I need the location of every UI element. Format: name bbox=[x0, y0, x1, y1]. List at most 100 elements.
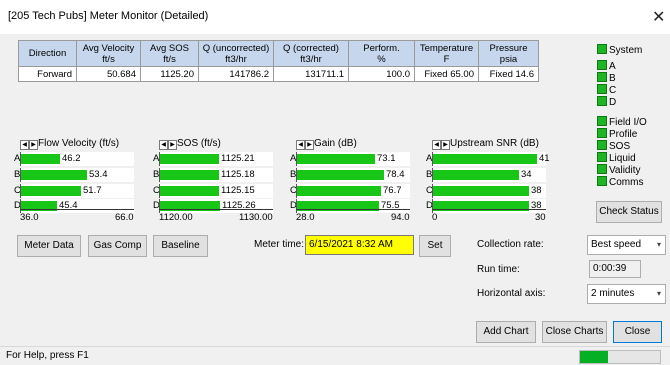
header-line: Pressure bbox=[489, 42, 528, 54]
window-close-icon[interactable]: ✕ bbox=[652, 7, 665, 27]
gauge-bar bbox=[160, 170, 219, 180]
gauge-value: 1125.18 bbox=[221, 169, 255, 180]
header-line: Avg SOS bbox=[150, 42, 189, 54]
gauge-bar bbox=[433, 186, 529, 196]
scroll-left-icon[interactable]: ◀ bbox=[159, 140, 168, 150]
axis-min-label: 28.0 bbox=[296, 212, 315, 223]
status-indicator: System bbox=[597, 44, 642, 56]
header-line: ft3/hr bbox=[225, 53, 247, 65]
status-led-icon bbox=[597, 96, 607, 106]
axis-min-label: 1120.00 bbox=[159, 212, 193, 223]
cell-avg-sos: 1125.20 bbox=[140, 66, 199, 82]
progress-bar bbox=[579, 350, 661, 364]
gauge-panel: ◀ ▶ Gain (dB) A 73.1 B 78.4 C 76.7 D 75.5 28.0 94.0 bbox=[290, 138, 410, 236]
status-indicator: Profile bbox=[597, 128, 637, 140]
gauge-value: 53.4 bbox=[89, 169, 108, 180]
scroll-right-icon[interactable]: ▶ bbox=[305, 140, 314, 150]
status-label: Field I/O bbox=[609, 117, 647, 128]
gauge-axis bbox=[432, 209, 546, 210]
gauge-panel: ◀ ▶ Upstream SNR (dB) A 41 B 34 C 38 D 38 0 30 bbox=[426, 138, 550, 236]
gauge-title: SOS (ft/s) bbox=[177, 138, 221, 149]
cell-pressure: Fixed 14.6 bbox=[478, 66, 539, 82]
gauge-axis bbox=[159, 209, 273, 210]
scroll-right-icon[interactable]: ▶ bbox=[441, 140, 450, 150]
gauge-track: 51.7 bbox=[20, 184, 134, 198]
gauge-row: A 1125.21 bbox=[153, 152, 273, 166]
gauge-value: 34 bbox=[521, 169, 532, 180]
status-led-icon bbox=[597, 176, 607, 186]
status-indicator: Comms bbox=[597, 176, 643, 188]
axis-max-label: 66.0 bbox=[115, 212, 134, 223]
close-button[interactable]: Close bbox=[613, 321, 662, 343]
scroll-left-icon[interactable]: ◀ bbox=[432, 140, 441, 150]
run-time-label: Run time: bbox=[477, 264, 520, 275]
header-line: ft3/hr bbox=[300, 53, 322, 65]
gauge-header: ◀ ▶ Flow Velocity (ft/s) bbox=[20, 138, 119, 150]
status-indicator: Liquid bbox=[597, 152, 636, 164]
header-line: Avg Velocity bbox=[82, 42, 135, 54]
col-pressure: Pressure psia bbox=[478, 40, 539, 67]
gauge-bar bbox=[297, 154, 375, 164]
gauge-track: 1125.15 bbox=[159, 184, 273, 198]
gauge-bar bbox=[21, 170, 87, 180]
horizontal-axis-select[interactable]: 2 minutes ▾ bbox=[587, 284, 666, 304]
main-panel: Direction Avg Velocity ft/s Avg SOS ft/s Q… bbox=[0, 34, 670, 346]
gauge-track: 1125.21 bbox=[159, 152, 273, 166]
baseline-button[interactable]: Baseline bbox=[153, 235, 208, 257]
meter-data-button[interactable]: Meter Data bbox=[17, 235, 81, 257]
check-status-button[interactable]: Check Status bbox=[596, 201, 662, 223]
gas-comp-button[interactable]: Gas Comp bbox=[88, 235, 147, 257]
add-chart-button[interactable]: Add Chart bbox=[476, 321, 536, 343]
meter-time-field[interactable]: 6/15/2021 8:32 AM bbox=[305, 235, 414, 255]
status-label: A bbox=[609, 61, 616, 72]
run-time-field: 0:00:39 bbox=[589, 260, 641, 278]
status-led-icon bbox=[597, 164, 607, 174]
axis-max-label: 94.0 bbox=[391, 212, 410, 223]
scroll-right-icon[interactable]: ▶ bbox=[168, 140, 177, 150]
status-led-icon bbox=[597, 44, 607, 54]
collection-rate-select[interactable]: Best speed ▾ bbox=[587, 235, 666, 255]
gauge-value: 38 bbox=[531, 185, 542, 196]
gauge-header: ◀ ▶ Gain (dB) bbox=[296, 138, 357, 150]
table-header-row: Direction Avg Velocity ft/s Avg SOS ft/s Q… bbox=[18, 40, 539, 67]
gauge-value: 46.2 bbox=[62, 153, 81, 164]
header-cell: Direction bbox=[28, 48, 67, 59]
header-line: % bbox=[377, 53, 386, 65]
cell-perform: 100.0 bbox=[348, 66, 415, 82]
gauge-track: 38 bbox=[432, 199, 546, 213]
help-text: For Help, press F1 bbox=[6, 350, 89, 361]
gauge-row: B 78.4 bbox=[290, 168, 410, 182]
scroll-right-icon[interactable]: ▶ bbox=[29, 140, 38, 150]
scroll-left-icon[interactable]: ◀ bbox=[296, 140, 305, 150]
cell-q-uncorrected: 141786.2 bbox=[198, 66, 274, 82]
gauge-track: 46.2 bbox=[20, 152, 134, 166]
gauge-track: 53.4 bbox=[20, 168, 134, 182]
status-led-icon bbox=[597, 128, 607, 138]
header-line: Q (corrected) bbox=[283, 42, 339, 54]
header-line: Perform. bbox=[363, 42, 400, 54]
status-label: SOS bbox=[609, 141, 631, 152]
status-led-icon bbox=[597, 140, 607, 150]
gauge-header: ◀ ▶ SOS (ft/s) bbox=[159, 138, 221, 150]
close-charts-button[interactable]: Close Charts bbox=[542, 321, 607, 343]
set-button[interactable]: Set bbox=[419, 235, 451, 257]
gauge-row: B 34 bbox=[426, 168, 546, 182]
gauge-row: D 38 bbox=[426, 199, 546, 213]
gauge-row: A 46.2 bbox=[14, 152, 134, 166]
header-line: F bbox=[443, 53, 450, 65]
gauge-value: 1125.15 bbox=[221, 185, 255, 196]
status-led-icon bbox=[597, 60, 607, 70]
meter-time-label: Meter time: bbox=[254, 239, 305, 250]
col-avg-sos: Avg SOS ft/s bbox=[140, 40, 199, 67]
cell-avg-velocity: 50.684 bbox=[76, 66, 141, 82]
scroll-left-icon[interactable]: ◀ bbox=[20, 140, 29, 150]
gauge-track: 75.5 bbox=[296, 199, 410, 213]
status-indicator: Field I/O bbox=[597, 116, 647, 128]
gauge-value: 78.4 bbox=[386, 169, 405, 180]
gauge-title: Gain (dB) bbox=[314, 138, 357, 149]
gauge-row: D 75.5 bbox=[290, 199, 410, 213]
gauge-bar bbox=[21, 186, 81, 196]
header-line: Q (uncorrected) bbox=[202, 42, 270, 54]
gauge-panel: ◀ ▶ Flow Velocity (ft/s) A 46.2 B 53.4 C 51.7 D 45… bbox=[14, 138, 134, 236]
gauge-row: A 41 bbox=[426, 152, 550, 166]
